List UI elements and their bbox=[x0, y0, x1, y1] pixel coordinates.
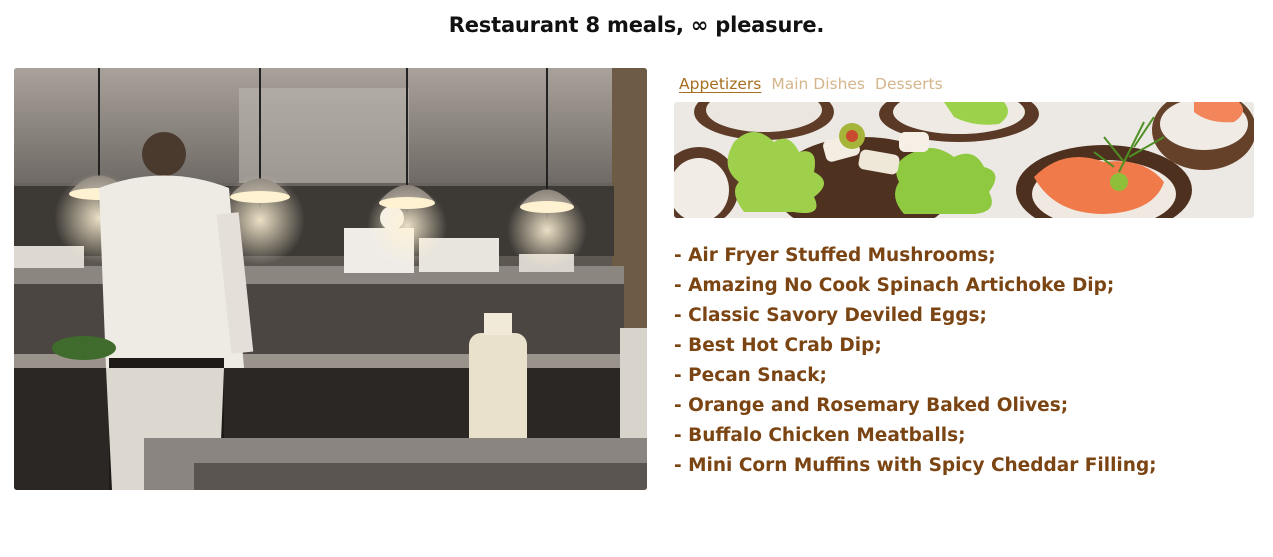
tab-main-dishes[interactable]: Main Dishes bbox=[771, 75, 865, 93]
appetizers-banner-image bbox=[674, 102, 1254, 218]
list-item: - Buffalo Chicken Meatballs; bbox=[674, 425, 966, 446]
page-title: Restaurant 8 meals, ∞ pleasure. bbox=[448, 13, 825, 37]
list-item: - Orange and Rosemary Baked Olives; bbox=[674, 395, 1069, 416]
list-item: - Classic Savory Deviled Eggs; bbox=[674, 305, 987, 326]
menu-tabs: Appetizers Main Dishes Desserts bbox=[679, 75, 943, 93]
tab-appetizers[interactable]: Appetizers bbox=[679, 75, 761, 93]
appetizers-list: - Air Fryer Stuffed Mushrooms; - Amazing… bbox=[674, 241, 1157, 481]
list-item: - Mini Corn Muffins with Spicy Cheddar F… bbox=[674, 455, 1157, 476]
list-item: - Pecan Snack; bbox=[674, 365, 827, 386]
kitchen-photo bbox=[14, 68, 647, 490]
list-item: - Amazing No Cook Spinach Artichoke Dip; bbox=[674, 275, 1115, 296]
list-item: - Best Hot Crab Dip; bbox=[674, 335, 882, 356]
tab-desserts[interactable]: Desserts bbox=[875, 75, 943, 93]
list-item: - Air Fryer Stuffed Mushrooms; bbox=[674, 245, 996, 266]
